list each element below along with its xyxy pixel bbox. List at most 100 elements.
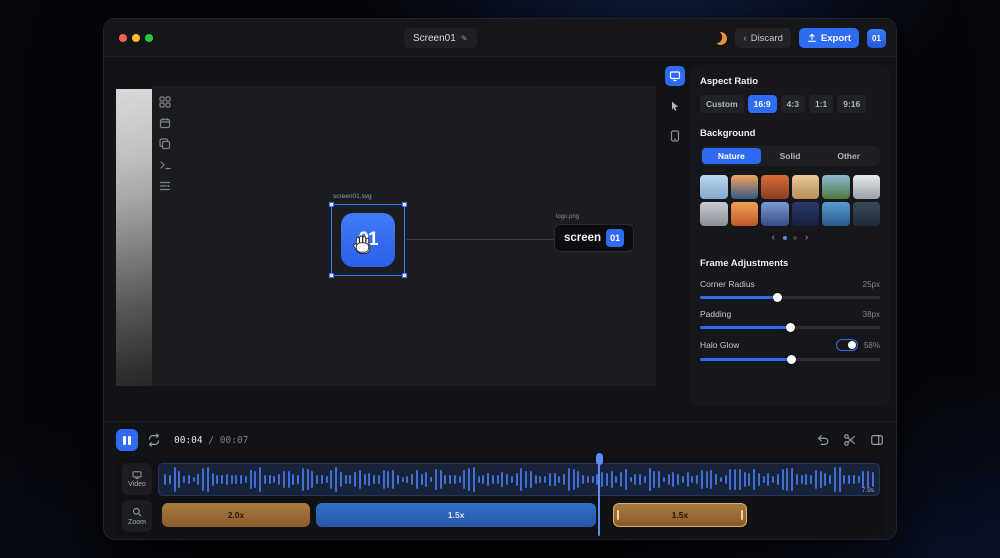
app-icon-01[interactable]: 01 (341, 213, 395, 267)
export-icon (807, 33, 817, 43)
zoom-track-label[interactable]: Zoom (122, 500, 152, 532)
list-settings-icon[interactable] (159, 180, 171, 192)
device-tool-button[interactable] (665, 126, 685, 146)
resize-handle[interactable] (402, 202, 407, 207)
time-total: 00:07 (219, 434, 249, 446)
hand-cursor-icon (351, 233, 375, 257)
resize-handle[interactable] (329, 273, 334, 278)
slider-value: 38px (862, 309, 880, 319)
playhead-handle[interactable] (595, 453, 603, 465)
pager-next-icon[interactable]: › (805, 233, 808, 243)
selection-box[interactable]: screen01.svg 01 (329, 193, 407, 278)
resize-handle[interactable] (329, 202, 334, 207)
logo-number-badge: 01 (606, 229, 625, 247)
padding-slider-track[interactable] (700, 323, 880, 332)
pager-dot-2[interactable] (793, 236, 797, 240)
pager-dots (783, 236, 797, 240)
terminal-icon[interactable] (159, 159, 171, 171)
background-tab-other[interactable]: Other (819, 148, 878, 164)
clip-duration: 7.9s (861, 487, 874, 494)
pager-dot-1[interactable] (783, 236, 787, 240)
video-track-label[interactable]: Video (122, 463, 152, 495)
background-thumbnail-1[interactable] (700, 175, 728, 199)
panel-toggle-icon[interactable] (870, 433, 884, 447)
cut-scissors-icon[interactable] (843, 433, 857, 447)
discard-label: Discard (750, 32, 783, 44)
waveform-bars (164, 466, 874, 493)
aspect-option-9-16[interactable]: 9:16 (837, 95, 867, 113)
chevron-left-icon: ‹ (743, 32, 747, 44)
loop-icon[interactable] (147, 433, 161, 447)
theme-toggle-moon-icon[interactable] (713, 30, 730, 47)
zoom-track[interactable]: 2.0x 1.5x 1.5x (158, 503, 880, 527)
zoom-segment-1-5x-2[interactable]: 1.5x (316, 503, 597, 527)
background-thumbnail-7[interactable] (700, 202, 728, 226)
background-thumbnail-12[interactable] (852, 202, 880, 226)
corner-radius-slider-thumb[interactable] (772, 293, 782, 302)
grid-icon[interactable] (159, 96, 171, 108)
discard-button[interactable]: ‹ Discard (735, 28, 791, 48)
time-display: 00:04 / 00:07 (174, 435, 248, 446)
editor-canvas[interactable]: screen01.svg 01 (152, 86, 656, 386)
cursor-tool-button[interactable] (665, 96, 685, 116)
slider-value: 25px (862, 279, 880, 289)
export-label: Export (820, 32, 851, 44)
pager-prev-icon[interactable]: ‹ (772, 233, 775, 243)
thumbnail-pager: ‹ › (700, 233, 880, 243)
undo-icon[interactable] (816, 433, 830, 447)
aspect-option-4-3[interactable]: 4:3 (780, 95, 805, 113)
copy-icon[interactable] (159, 138, 171, 150)
halo-glow-slider-thumb[interactable] (787, 355, 797, 364)
calendar-icon[interactable] (159, 117, 171, 129)
background-thumbnail-10[interactable] (791, 202, 819, 226)
frame-adjustments-title: Frame Adjustments (700, 258, 789, 269)
transport-bar: 00:04 / 00:07 (116, 428, 884, 452)
padding-slider-thumb[interactable] (785, 323, 795, 332)
logo-layer[interactable]: logo.png screen 01 (554, 214, 635, 252)
background-thumbnail-2[interactable] (730, 175, 758, 199)
time-current: 00:04 (174, 434, 203, 446)
settings-panel: Aspect Ratio Custom 16:9 4:3 1:1 9:16 Backgr… (689, 65, 891, 406)
traffic-lights (119, 34, 153, 42)
close-button[interactable] (119, 34, 127, 42)
project-title[interactable]: Screen01 ✎ (404, 28, 477, 48)
background-thumbnail-3[interactable] (761, 175, 789, 199)
slider-label: Padding (700, 309, 732, 319)
logo-wordmark: screen (564, 232, 602, 244)
app-logo-badge[interactable]: 01 (867, 28, 886, 48)
audio-waveform-track[interactable]: 7.9s (158, 463, 880, 496)
pause-button[interactable] (116, 429, 138, 451)
aspect-option-custom[interactable]: Custom (700, 95, 744, 113)
canvas-toolbar (159, 96, 171, 192)
background-tab-solid[interactable]: Solid (761, 148, 820, 164)
aspect-options: Custom 16:9 4:3 1:1 9:16 (700, 95, 880, 113)
zoom-segment-2-0x-1[interactable]: 2.0x (161, 503, 311, 527)
zoom-segment-1-5x-3[interactable]: 1.5x (612, 503, 748, 527)
frame-tool-button[interactable] (665, 66, 685, 86)
background-tab-nature[interactable]: Nature (702, 148, 761, 164)
background-thumbnails (700, 175, 880, 226)
background-thumbnail-9[interactable] (761, 202, 789, 226)
slider-list: Corner Radius 25px Padding 38px Halo Glow 58% (700, 279, 880, 364)
background-thumbnail-5[interactable] (822, 175, 850, 199)
aspect-option-16-9[interactable]: 16:9 (747, 95, 777, 113)
zoom-button[interactable] (145, 34, 153, 42)
halo-glow-slider-track[interactable] (700, 355, 880, 364)
resize-handle[interactable] (402, 273, 407, 278)
background-tabs: Nature Solid Other (700, 146, 880, 166)
selection-label: screen01.svg (333, 193, 372, 200)
zoom-label-text: Zoom (128, 518, 146, 526)
minimize-button[interactable] (132, 34, 140, 42)
background-thumbnail-4[interactable] (791, 175, 819, 199)
tracks-container: Video Zoom 7.9s 2.0x 1.5x 1.5x (116, 453, 884, 536)
corner-radius-slider-track[interactable] (700, 293, 880, 302)
edit-icon: ✎ (460, 33, 468, 43)
time-separator: / (202, 434, 220, 446)
halo-glow-toggle[interactable] (835, 339, 858, 351)
background-thumbnail-8[interactable] (730, 202, 758, 226)
aspect-option-1-1[interactable]: 1:1 (808, 95, 834, 113)
background-thumbnail-11[interactable] (822, 202, 850, 226)
background-thumbnail-6[interactable] (852, 175, 880, 199)
export-button[interactable]: Export (798, 28, 859, 48)
slider-label: Halo Glow (700, 340, 740, 350)
